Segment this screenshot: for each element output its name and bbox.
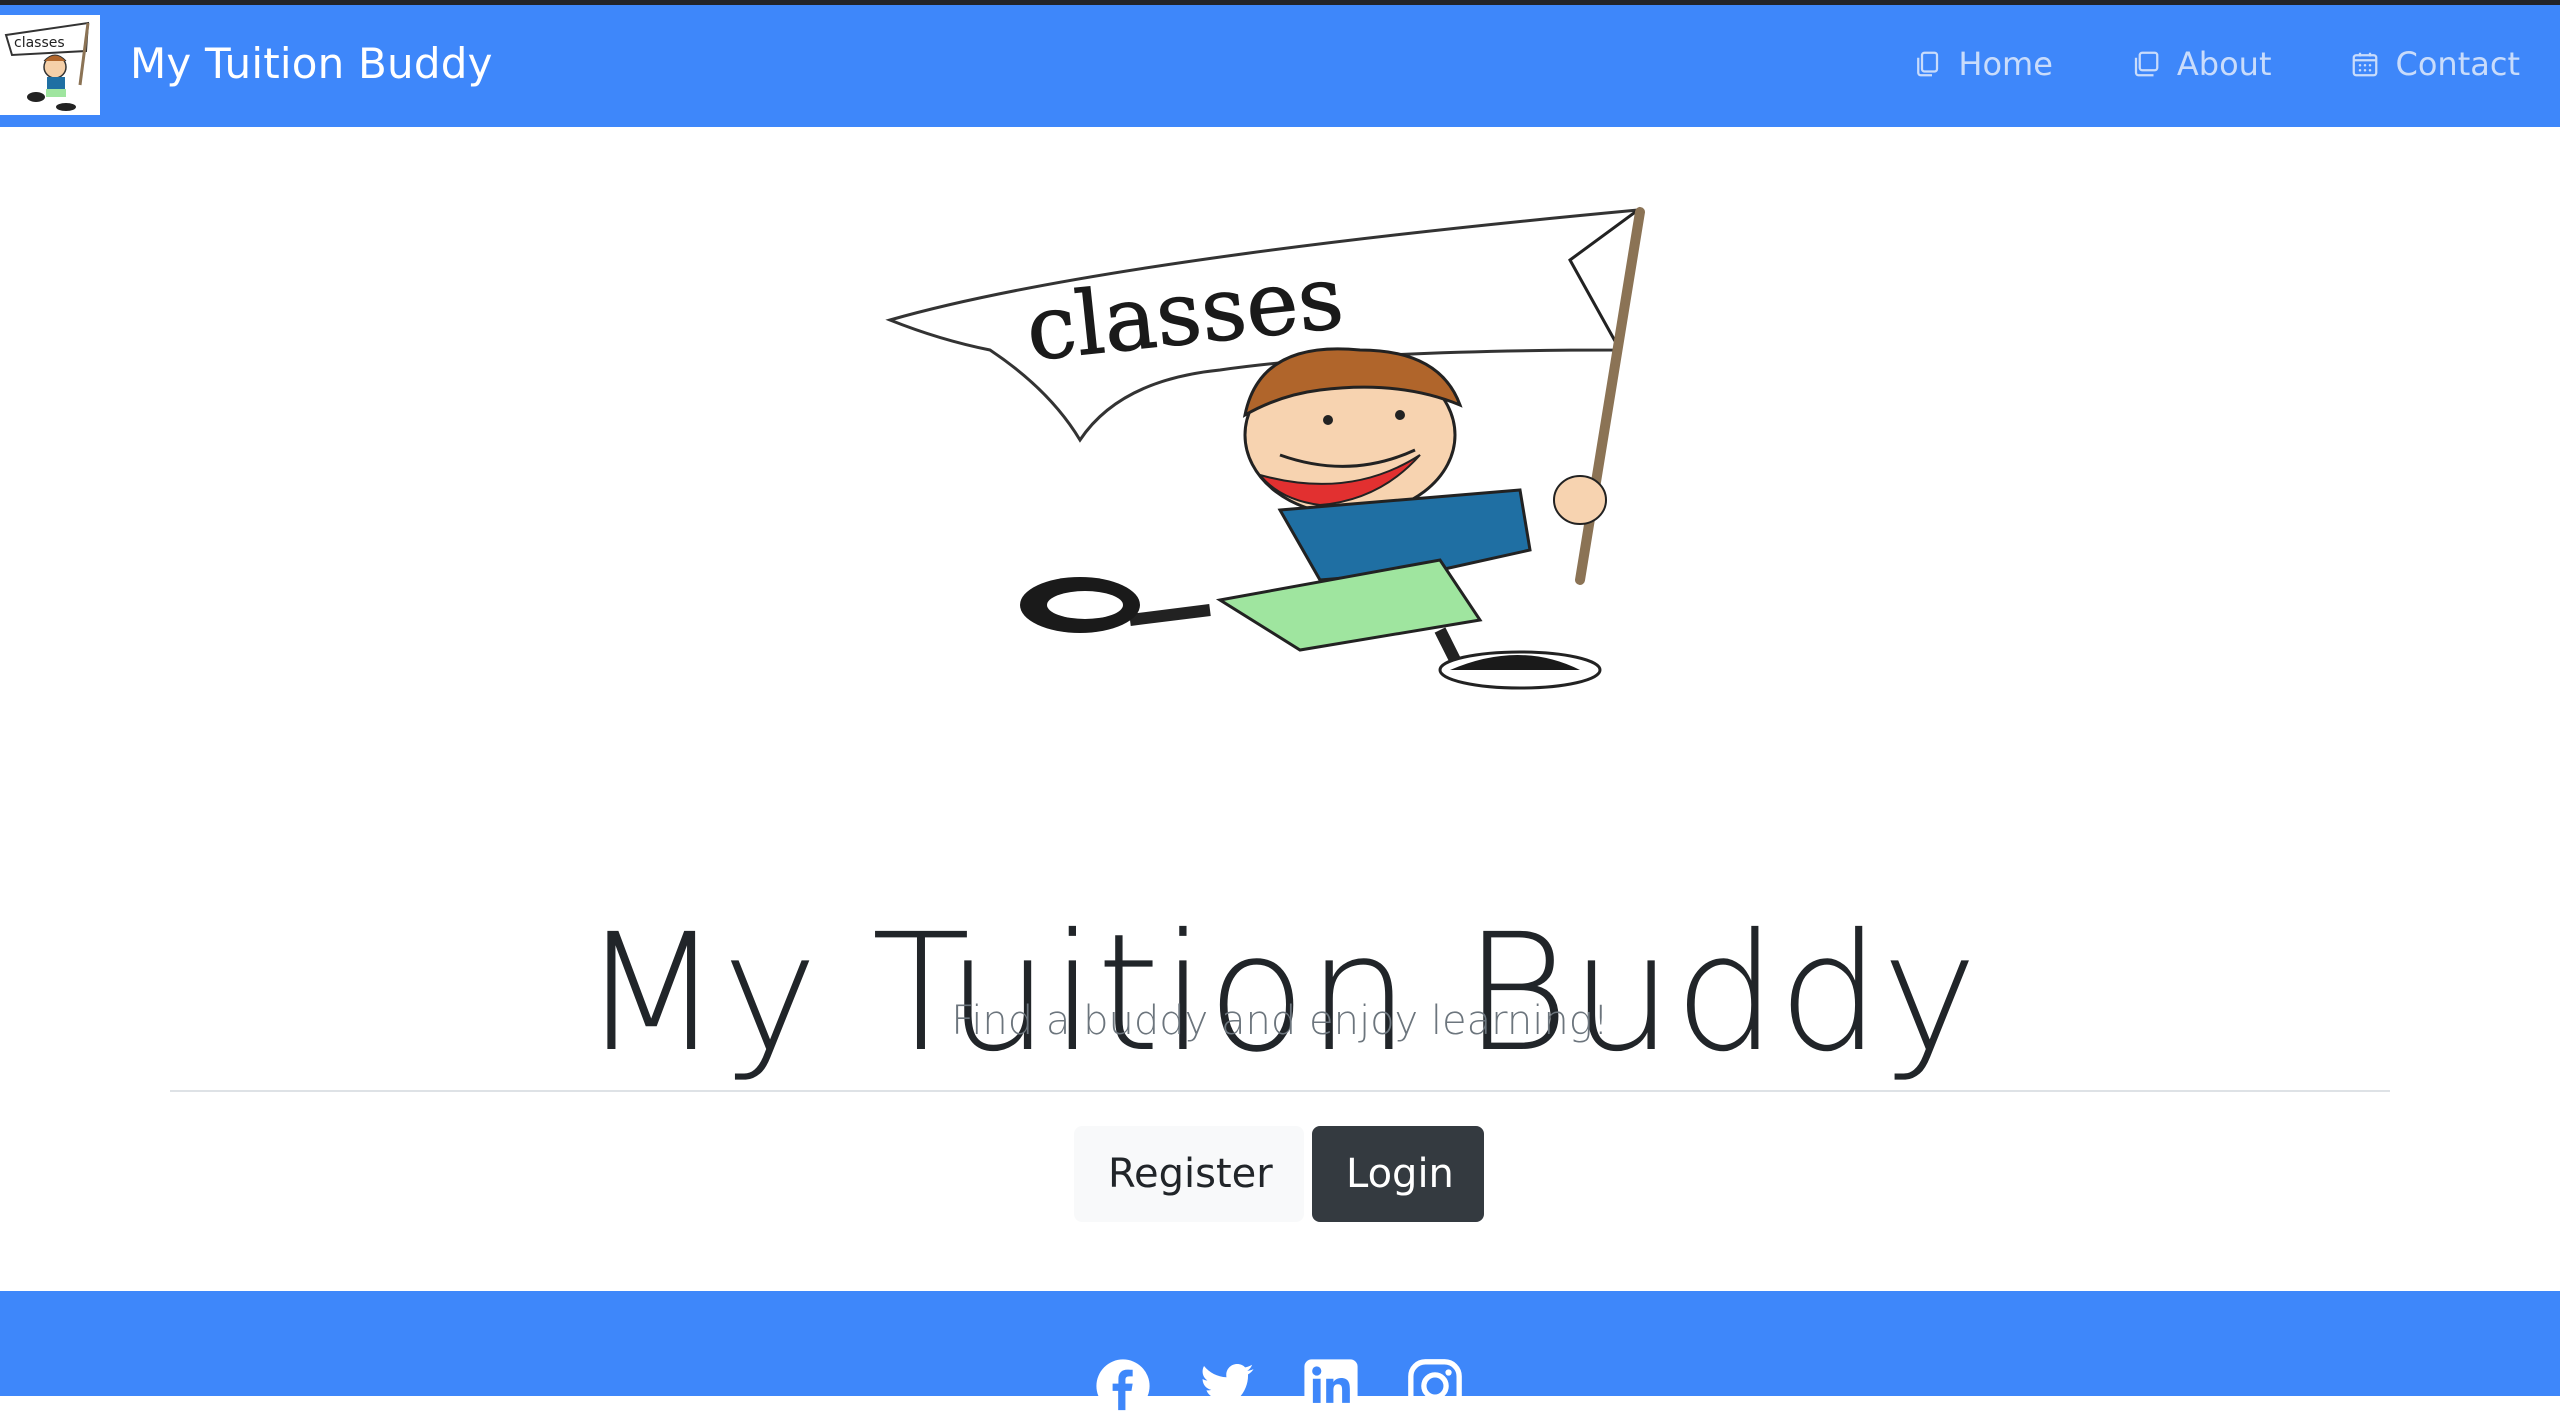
login-button[interactable]: Login — [1312, 1126, 1484, 1222]
hero-subtitle: Find a buddy and enjoy learning! — [951, 998, 1609, 1044]
instagram-icon[interactable] — [1406, 1357, 1464, 1415]
navbar-brand[interactable]: My Tuition Buddy — [130, 39, 493, 88]
social-links — [1094, 1357, 1464, 1415]
boy-with-flag-illustration: classes — [885, 206, 1645, 690]
register-button[interactable]: Register — [1074, 1126, 1304, 1222]
hero-title: My Tuition Buddy — [581, 899, 1979, 1088]
nav-link-label: About — [2176, 45, 2272, 83]
nav-link-label: Home — [1958, 45, 2053, 83]
auth-buttons: Register Login — [1074, 1126, 1484, 1222]
window-icon — [2134, 51, 2159, 77]
classes-logo-icon: classes — [4, 21, 90, 111]
footer — [0, 1291, 2560, 1413]
linkedin-icon[interactable] — [1302, 1357, 1360, 1415]
nav-link-home[interactable]: Home — [1912, 45, 2053, 83]
logo-flag-text: classes — [14, 35, 65, 51]
navbar-logo[interactable]: classes — [0, 15, 100, 115]
calendar-icon — [2352, 52, 2377, 77]
copy-icon — [1917, 51, 1939, 77]
nav-link-about[interactable]: About — [2131, 45, 2272, 83]
hero-divider — [170, 1090, 2390, 1092]
twitter-icon[interactable] — [1198, 1357, 1256, 1415]
nav-link-contact[interactable]: Contact — [2350, 45, 2521, 83]
nav-link-label: Contact — [2395, 45, 2521, 83]
hero-image: classes — [880, 200, 1660, 700]
navbar: classes My Tuition Buddy Home About Cont… — [0, 5, 2560, 127]
navbar-links: Home About Contact — [1912, 45, 2520, 83]
facebook-icon[interactable] — [1094, 1357, 1152, 1415]
